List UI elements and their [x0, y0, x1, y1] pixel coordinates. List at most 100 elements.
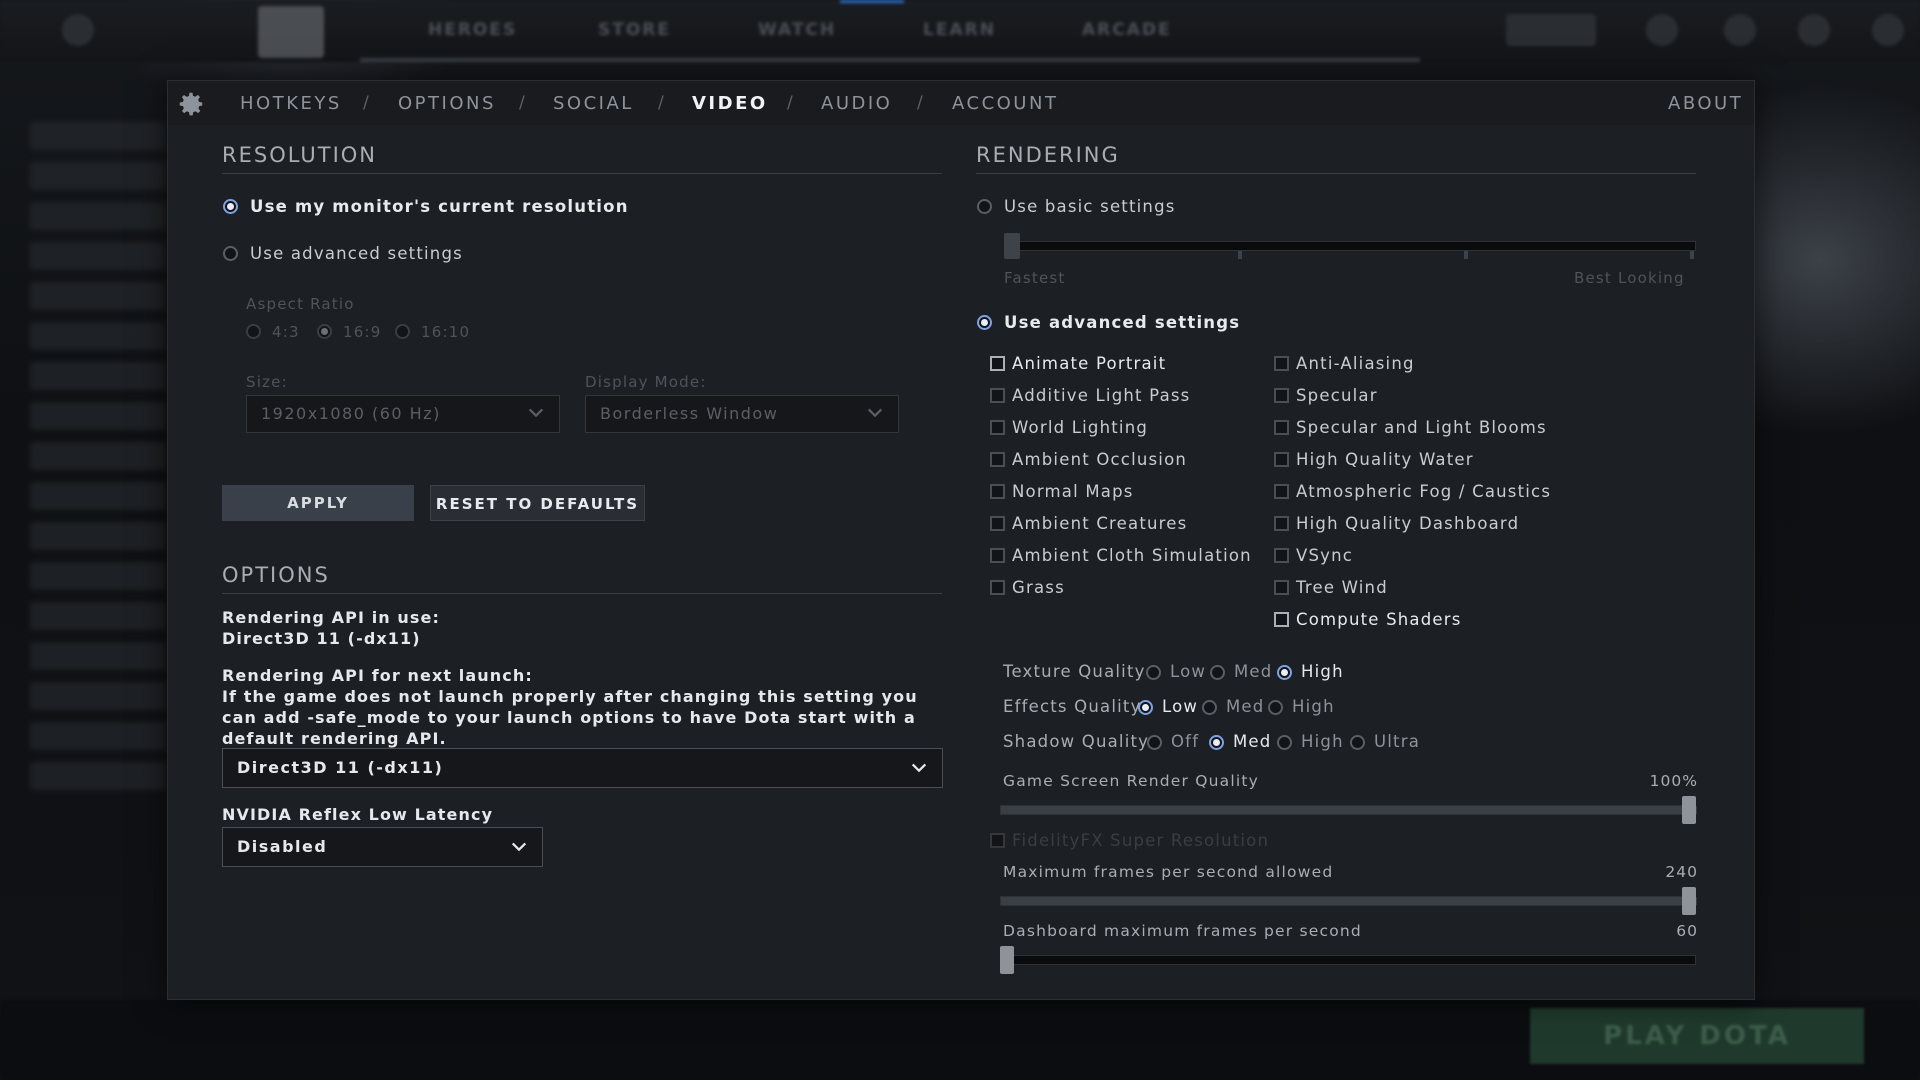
profile-badge[interactable] — [1506, 14, 1596, 46]
gear-icon — [179, 92, 203, 116]
nav-store[interactable]: STORE — [598, 20, 671, 40]
world-lighting-checkbox[interactable] — [990, 420, 1005, 435]
ambient-creatures-label: Ambient Creatures — [1012, 514, 1188, 533]
dashboard-fps-label: Dashboard maximum frames per second — [1003, 922, 1362, 940]
shadow-high-radio[interactable] — [1277, 735, 1292, 750]
shadow-med-radio[interactable] — [1209, 735, 1224, 750]
nav-arcade[interactable]: ARCADE — [1082, 20, 1172, 40]
friends-icon[interactable] — [1798, 14, 1830, 46]
tab-about[interactable]: ABOUT — [1668, 93, 1743, 114]
atmospheric-fog-checkbox[interactable] — [1274, 484, 1289, 499]
animate-portrait-checkbox[interactable] — [990, 356, 1005, 371]
tab-social[interactable]: SOCIAL — [553, 93, 634, 114]
tab-hotkeys[interactable]: HOTKEYS — [240, 93, 342, 114]
basic-quality-slider-track[interactable] — [1004, 241, 1696, 251]
normal-maps-label: Normal Maps — [1012, 482, 1134, 501]
api-next-help: If the game does not launch properly aft… — [222, 687, 918, 748]
grass-checkbox[interactable] — [990, 580, 1005, 595]
advanced-rendering-radio[interactable] — [977, 315, 992, 330]
ambient-cloth-simulation-checkbox[interactable] — [990, 548, 1005, 563]
texture-med-label: Med — [1234, 662, 1273, 681]
left-sidebar-blurred — [30, 110, 166, 1010]
monitor-resolution-radio[interactable] — [223, 199, 238, 214]
tab-separator: / — [917, 93, 923, 113]
options-divider — [222, 593, 942, 594]
display-mode-dropdown[interactable]: Borderless Window — [585, 395, 899, 433]
shadow-ultra-label: Ultra — [1374, 732, 1421, 751]
active-indicator — [840, 0, 904, 3]
max-fps-slider-track[interactable] — [1000, 896, 1697, 906]
dashboard-fps-slider-track[interactable] — [1000, 955, 1696, 965]
specular-light-blooms-checkbox[interactable] — [1274, 420, 1289, 435]
chat-icon[interactable] — [1646, 14, 1678, 46]
inventory-icon[interactable] — [1724, 14, 1756, 46]
effects-med-radio[interactable] — [1202, 700, 1217, 715]
effects-med-label: Med — [1226, 697, 1265, 716]
size-label: Size: — [246, 373, 288, 391]
effects-high-radio[interactable] — [1268, 700, 1283, 715]
world-lighting-label: World Lighting — [1012, 418, 1149, 437]
nav-watch[interactable]: WATCH — [758, 20, 836, 40]
top-navigation-bar: HEROES STORE WATCH LEARN ARCADE — [0, 0, 1920, 62]
max-fps-slider-thumb[interactable] — [1682, 887, 1696, 915]
render-quality-slider-thumb[interactable] — [1682, 796, 1696, 824]
reflex-label: NVIDIA Reflex Low Latency — [222, 805, 494, 824]
normal-maps-checkbox[interactable] — [990, 484, 1005, 499]
render-quality-slider-track[interactable] — [1000, 805, 1697, 815]
dashboard-fps-slider-thumb[interactable] — [1000, 946, 1014, 974]
play-dota-button[interactable]: PLAY DOTA — [1530, 1008, 1864, 1064]
shadow-ultra-radio[interactable] — [1350, 735, 1365, 750]
max-fps-slider-fill — [1001, 897, 1697, 905]
resolution-title: RESOLUTION — [222, 143, 378, 167]
menu-icon[interactable] — [1872, 14, 1904, 46]
rendering-api-value: Direct3D 11 (-dx11) — [237, 758, 444, 777]
high-quality-water-checkbox[interactable] — [1274, 452, 1289, 467]
tab-video[interactable]: VIDEO — [692, 93, 768, 114]
additive-light-pass-checkbox[interactable] — [990, 388, 1005, 403]
rendering-api-dropdown[interactable]: Direct3D 11 (-dx11) — [222, 748, 943, 788]
texture-med-radio[interactable] — [1210, 665, 1225, 680]
nav-heroes[interactable]: HEROES — [428, 20, 517, 40]
ambient-occlusion-checkbox[interactable] — [990, 452, 1005, 467]
basic-quality-slider-thumb[interactable] — [1004, 233, 1020, 259]
aspect-16-10-radio[interactable] — [395, 324, 410, 339]
anti-aliasing-checkbox[interactable] — [1274, 356, 1289, 371]
effects-low-label: Low — [1162, 697, 1199, 716]
aspect-16-9-radio[interactable] — [317, 324, 332, 339]
api-in-use-value: Direct3D 11 (-dx11) — [222, 629, 421, 648]
reflex-dropdown[interactable]: Disabled — [222, 827, 543, 867]
reset-to-defaults-button[interactable]: RESET TO DEFAULTS — [430, 485, 645, 521]
high-quality-dashboard-checkbox[interactable] — [1274, 516, 1289, 531]
basic-settings-label: Use basic settings — [1004, 197, 1176, 216]
tab-separator: / — [658, 93, 664, 113]
settings-gear-icon[interactable] — [62, 14, 94, 46]
compute-shaders-checkbox[interactable] — [1274, 612, 1289, 627]
fidelityfx-checkbox[interactable] — [990, 833, 1005, 848]
aspect-4-3-radio[interactable] — [246, 324, 261, 339]
compute-shaders-label: Compute Shaders — [1296, 610, 1462, 629]
apply-button[interactable]: APPLY — [222, 485, 414, 521]
vsync-checkbox[interactable] — [1274, 548, 1289, 563]
tab-audio[interactable]: AUDIO — [821, 93, 892, 114]
basic-settings-radio[interactable] — [977, 199, 992, 214]
shadow-off-radio[interactable] — [1147, 735, 1162, 750]
texture-low-radio[interactable] — [1146, 665, 1161, 680]
hero-portrait[interactable] — [258, 6, 324, 58]
effects-low-radio[interactable] — [1138, 700, 1153, 715]
ambient-creatures-checkbox[interactable] — [990, 516, 1005, 531]
effects-quality-label: Effects Quality — [1003, 697, 1142, 716]
tab-options[interactable]: OPTIONS — [398, 93, 496, 114]
shadow-high-label: High — [1301, 732, 1344, 751]
nav-learn[interactable]: LEARN — [923, 20, 996, 40]
api-in-use-label: Rendering API in use: — [222, 608, 440, 627]
advanced-resolution-label: Use advanced settings — [250, 244, 463, 263]
resolution-divider — [222, 173, 942, 174]
texture-high-radio[interactable] — [1277, 665, 1292, 680]
size-dropdown[interactable]: 1920x1080 (60 Hz) — [246, 395, 560, 433]
high-quality-dashboard-label: High Quality Dashboard — [1296, 514, 1520, 533]
tab-account[interactable]: ACCOUNT — [952, 93, 1058, 114]
tree-wind-checkbox[interactable] — [1274, 580, 1289, 595]
size-value: 1920x1080 (60 Hz) — [261, 404, 441, 423]
advanced-resolution-radio[interactable] — [223, 246, 238, 261]
specular-checkbox[interactable] — [1274, 388, 1289, 403]
